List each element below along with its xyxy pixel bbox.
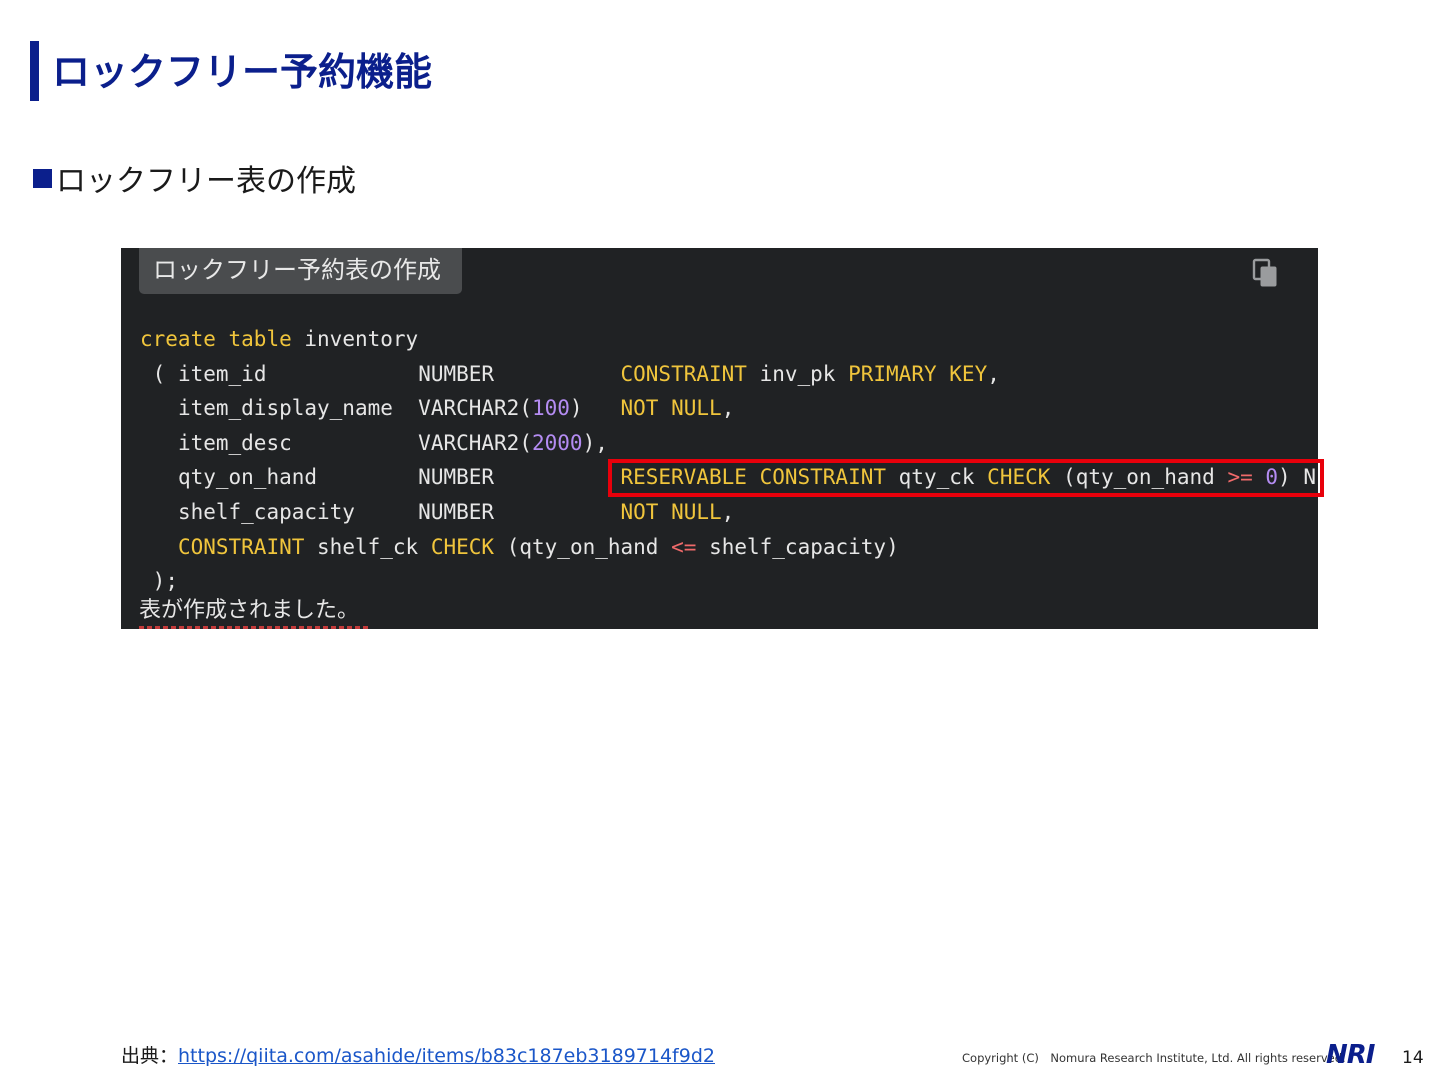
code-line: shelf_capacity NUMBER NOT NULL, <box>177 499 735 524</box>
page-title: ロックフリー予約機能 <box>52 50 433 94</box>
title-accent-bar <box>30 41 39 101</box>
result-message: 表が作成されました。 <box>139 598 360 623</box>
code-line: item_desc VARCHAR2(2000), <box>177 430 608 455</box>
code-line: create table inventory <box>140 327 419 351</box>
footer-source: 出典：https://qiita.com/asahide/items/b83c1… <box>121 1042 715 1070</box>
code-block: ロックフリー予約表の作成 create table inventory ( it… <box>121 248 1318 629</box>
copyright-notice: Copyright (C) Nomura Research Institute,… <box>962 1051 1346 1065</box>
highlight-box <box>608 459 1324 497</box>
section-heading-text: ロックフリー表の作成 <box>56 164 356 199</box>
code-line: ); <box>152 569 178 594</box>
square-bullet-icon <box>33 168 52 188</box>
spellcheck-underline <box>139 626 369 629</box>
code-line: CONSTRAINT shelf_ck CHECK (qty_on_hand <… <box>177 534 899 559</box>
nri-logo: NRI <box>1326 1040 1375 1070</box>
page-number: 14 <box>1402 1048 1424 1068</box>
source-link[interactable]: https://qiita.com/asahide/items/b83c187e… <box>178 1045 715 1067</box>
code-tab-label[interactable]: ロックフリー予約表の作成 <box>139 248 462 294</box>
code-line: item_display_name VARCHAR2(100) NOT NULL… <box>177 396 735 421</box>
code-line: ( item_id NUMBER CONSTRAINT inv_pk PRIMA… <box>152 361 1000 386</box>
source-label: 出典： <box>121 1045 179 1067</box>
copy-icon[interactable] <box>1252 258 1280 288</box>
section-heading: ロックフリー表の作成 <box>33 158 356 199</box>
